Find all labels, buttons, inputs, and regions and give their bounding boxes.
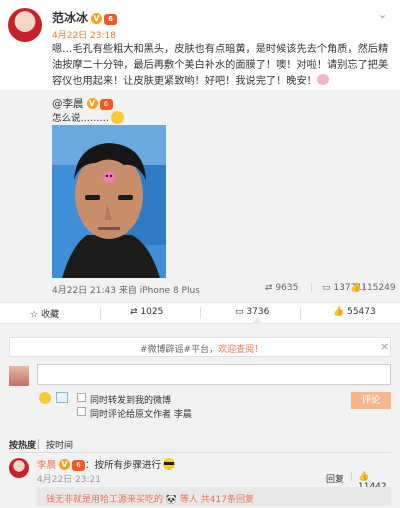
selfie-image (52, 125, 166, 278)
emoji-icon[interactable] (39, 392, 51, 404)
verified-icon: V (91, 13, 103, 24)
thumbs-up-icon: 👍 (333, 307, 345, 317)
post-body: 嗯…毛孔有些粗大和黑头，皮肤也有点暗黄，是时候该先去个角质，然后精油按摩二十分钟… (52, 44, 389, 87)
cool-emoji-icon (163, 458, 176, 470)
chevron-down-icon[interactable]: ⌄ (378, 8, 387, 21)
verified-icon: V (86, 98, 98, 109)
divider (9, 452, 391, 453)
comment-button[interactable]: ▭ 3736 (235, 307, 269, 317)
repost-author[interactable]: @李晨 V 6 (52, 96, 113, 111)
repost-button[interactable]: ⇄ 1025 (130, 307, 163, 317)
comment-time: 4月22日 23:21 (37, 475, 101, 485)
sub-reply-link[interactable]: 钱无非就是用哈工源来买吃的 🐼 等人 共417条回复 (46, 492, 254, 505)
image-icon[interactable] (56, 392, 68, 403)
divider (100, 307, 101, 319)
notice-prefix[interactable]: #微博辟谣#平台， (140, 345, 218, 355)
repost-like-count[interactable]: 👍115249 (350, 283, 396, 293)
member-level-icon: 6 (99, 99, 113, 110)
comment-input[interactable] (37, 364, 391, 385)
divider (38, 439, 39, 449)
thumbs-up-icon: 👍 (358, 472, 370, 482)
repost-repost-count-value: 9635 (275, 283, 299, 293)
repost-icon: ⇄ (265, 283, 273, 293)
thumbs-up-icon: 👍 (350, 283, 362, 293)
comment-icon: ▭ (322, 283, 331, 293)
repost-count: 1025 (140, 307, 164, 317)
notice-text: #微博辟谣#平台，欢迎查阅！ (140, 342, 263, 355)
repost-checkbox-label: 同时转发到我的微博 (90, 396, 172, 406)
reply-button[interactable]: 回复 (326, 472, 344, 485)
comment-count: 3736 (246, 307, 270, 317)
submit-comment-button[interactable]: 评论 (351, 392, 391, 409)
author-avatar[interactable] (8, 8, 42, 42)
commenter-name[interactable]: 李晨 (37, 460, 56, 471)
divider (200, 307, 201, 319)
smile-emoji-icon (111, 111, 125, 124)
divider: | (350, 472, 354, 482)
my-avatar (9, 366, 29, 386)
author-name[interactable]: 范冰冰 (52, 11, 88, 25)
like-button[interactable]: 👍 55473 (333, 307, 376, 317)
divider (300, 307, 301, 319)
comment-origin-checkbox[interactable] (77, 407, 86, 416)
notice-link[interactable]: 欢迎查阅！ (218, 345, 263, 355)
star-icon: ☆ (30, 310, 39, 320)
favorite-button[interactable]: ☆ 收藏 (30, 307, 59, 320)
repost-photo[interactable] (52, 125, 166, 278)
comment-line: 李晨 V 6 ：按所有步骤进行 (37, 457, 176, 471)
repost-text: 怎么说……… (52, 110, 125, 124)
favorite-label: 收藏 (40, 310, 59, 320)
sort-by-hot[interactable]: 按热度 (9, 438, 36, 451)
sort-by-time[interactable]: 按时间 (46, 438, 73, 451)
post-text: 嗯…毛孔有些粗大和黑头，皮肤也有点暗黄，是时候该先去个角质，然后精油按摩二十分钟… (52, 42, 392, 90)
repost-text-body: 怎么说……… (52, 113, 110, 124)
repost-checkbox[interactable] (77, 393, 86, 402)
comment-text: ：按所有步骤进行 (85, 460, 162, 471)
commenter-avatar[interactable] (9, 458, 29, 478)
member-level-icon: 6 (104, 14, 118, 25)
post-timestamp[interactable]: 4月22日 23:18 (52, 28, 116, 41)
verified-icon: V (59, 459, 71, 470)
like-count: 55473 (347, 307, 376, 317)
divider: | (310, 283, 314, 293)
repost-meta: 4月22日 21:43 来自 iPhone 8 Plus (52, 286, 200, 296)
repost-repost-count[interactable]: ⇄ 9635 (265, 283, 298, 293)
post-author[interactable]: 范冰冰 V 6 (52, 9, 118, 26)
repost-like-count-value: 115249 (361, 283, 396, 293)
member-level-icon: 6 (72, 460, 86, 471)
repost-author-name[interactable]: @李晨 (52, 98, 84, 110)
pig-emoji-icon (316, 74, 329, 85)
close-icon[interactable]: × (380, 340, 389, 353)
comment-icon: ▭ (235, 307, 244, 317)
repost-icon: ⇄ (130, 307, 138, 317)
origin-author[interactable]: 李晨 (174, 410, 192, 420)
comment-origin-label: 同时评论给原文作者 (90, 410, 172, 420)
comment-origin-checkbox-label: 同时评论给原文作者 李晨 (90, 407, 192, 420)
